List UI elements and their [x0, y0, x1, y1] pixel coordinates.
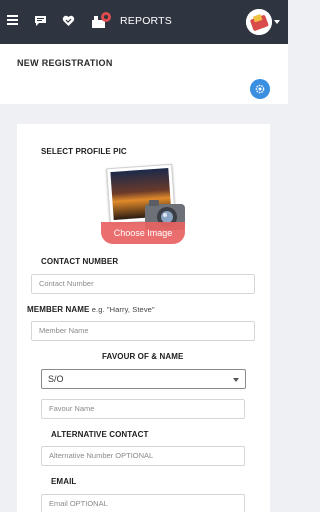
member-name-label-text: MEMBER NAME [27, 305, 90, 314]
registration-form-card: SELECT PROFILE PIC Choose Image CONTACT … [17, 124, 270, 512]
choose-image-button[interactable]: Choose Image [101, 222, 185, 244]
avatar[interactable] [246, 9, 272, 35]
contact-number-label: CONTACT NUMBER [41, 257, 119, 266]
chat-icon[interactable] [34, 14, 47, 26]
alt-contact-input[interactable]: Alternative Number OPTIONAL [41, 446, 245, 466]
favour-label: FAVOUR OF & NAME [102, 352, 184, 361]
reports-icon[interactable] [92, 11, 112, 29]
top-bar: REPORTS [0, 0, 288, 44]
member-name-input[interactable]: Member Name [31, 321, 255, 341]
member-name-hint: e.g. "Harry, Steve" [91, 305, 155, 314]
avatar-dropdown-caret-icon[interactable] [274, 20, 280, 24]
favour-select[interactable]: S/O [41, 369, 246, 389]
reports-label[interactable]: REPORTS [120, 15, 172, 27]
contact-number-input[interactable]: Contact Number [31, 274, 255, 294]
gear-icon [255, 84, 265, 94]
chevron-down-icon [233, 378, 239, 382]
heart-icon[interactable] [62, 14, 75, 26]
email-label: EMAIL [51, 477, 77, 486]
menu-icon[interactable] [7, 15, 18, 25]
profile-pic-label: SELECT PROFILE PIC [41, 147, 127, 156]
page-title: NEW REGISTRATION [17, 58, 113, 68]
favour-select-value: S/O [48, 374, 64, 384]
email-input[interactable]: Email OPTIONAL [41, 494, 245, 512]
profile-pic-picker[interactable]: Choose Image [101, 163, 197, 248]
favour-name-input[interactable]: Favour Name [41, 399, 245, 419]
settings-button[interactable] [250, 79, 270, 99]
alt-contact-label: ALTERNATIVE CONTACT [51, 430, 149, 439]
page-header: NEW REGISTRATION [0, 44, 288, 104]
member-name-label: MEMBER NAME e.g. "Harry, Steve" [27, 305, 155, 314]
